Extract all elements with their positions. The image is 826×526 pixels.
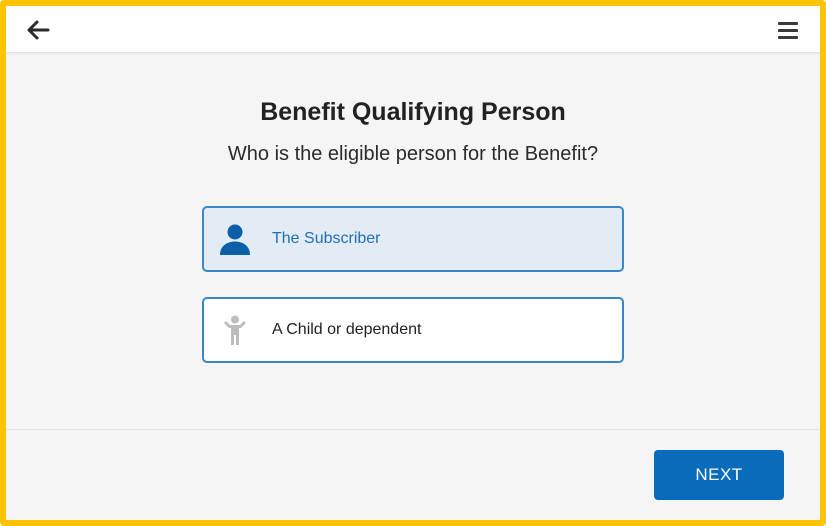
arrow-left-icon	[27, 20, 50, 40]
option-child-dependent[interactable]: A Child or dependent	[202, 297, 624, 363]
app-frame: Benefit Qualifying Person Who is the eli…	[0, 0, 826, 526]
option-subscriber-label: The Subscriber	[272, 230, 381, 247]
option-child-dependent-label: A Child or dependent	[272, 321, 422, 338]
child-icon	[224, 315, 246, 345]
back-button[interactable]	[24, 16, 52, 44]
top-app-bar	[6, 6, 820, 53]
hamburger-menu-icon	[778, 22, 798, 39]
page-subtitle: Who is the eligible person for the Benef…	[227, 143, 599, 165]
menu-button[interactable]	[774, 16, 802, 44]
main-content: Benefit Qualifying Person Who is the eli…	[6, 52, 820, 424]
next-button[interactable]: NEXT	[654, 450, 784, 500]
footer-bar: NEXT	[6, 429, 820, 520]
option-subscriber[interactable]: The Subscriber	[202, 206, 624, 272]
person-icon	[220, 224, 250, 255]
page-title: Benefit Qualifying Person	[260, 98, 566, 126]
